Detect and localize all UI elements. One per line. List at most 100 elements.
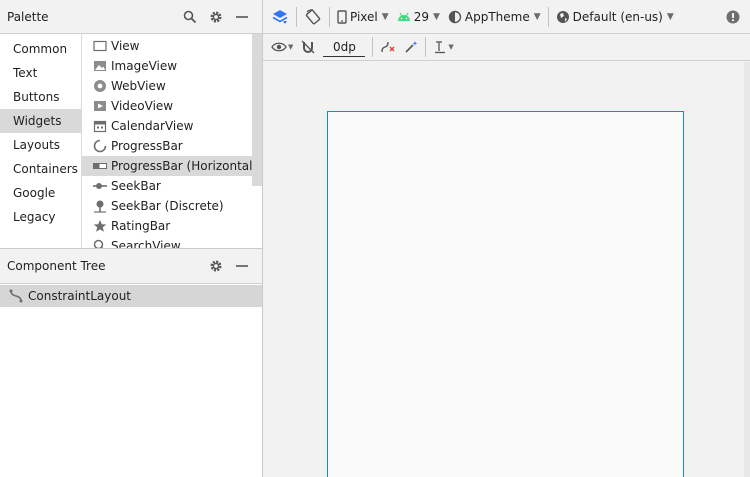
component-tree-header: Component Tree bbox=[0, 248, 262, 284]
palette-category-layouts[interactable]: Layouts bbox=[0, 133, 81, 157]
seekbar-icon bbox=[93, 179, 107, 193]
eye-icon bbox=[271, 42, 287, 52]
globe-icon bbox=[93, 79, 107, 93]
autoconnect-toggle[interactable] bbox=[297, 35, 319, 59]
api-level-label: 29 bbox=[413, 9, 429, 24]
phone-icon bbox=[337, 9, 347, 24]
warnings-button[interactable] bbox=[722, 5, 744, 29]
widget-item-imageview[interactable]: ImageView bbox=[82, 56, 262, 76]
widget-item-seekbar-discrete[interactable]: SeekBar (Discrete) bbox=[82, 196, 262, 216]
default-margin-value: 0dp bbox=[332, 39, 356, 54]
widget-item-webview[interactable]: WebView bbox=[82, 76, 262, 96]
magic-wand-icon bbox=[405, 41, 418, 53]
widget-item-ratingbar[interactable]: RatingBar bbox=[82, 216, 262, 236]
minimize-icon[interactable] bbox=[229, 7, 255, 27]
toolbar-divider bbox=[296, 6, 297, 27]
device-label: Pixel bbox=[350, 9, 378, 24]
palette-category-containers[interactable]: Containers bbox=[0, 157, 81, 181]
infer-constraints-button[interactable] bbox=[400, 35, 422, 59]
widget-label: ImageView bbox=[111, 59, 178, 73]
design-surface-button[interactable] bbox=[267, 5, 293, 29]
locale-dropdown[interactable]: Default (en-us) ▼ bbox=[552, 5, 678, 29]
palette-category-google[interactable]: Google bbox=[0, 181, 81, 205]
constraint-toolbar: ▼ 0dp ▼ bbox=[263, 34, 750, 61]
seekbar-discrete-icon bbox=[93, 199, 107, 213]
warning-icon bbox=[726, 10, 740, 23]
palette-category-buttons[interactable]: Buttons bbox=[0, 85, 81, 109]
calendar-icon bbox=[93, 119, 107, 133]
left-pane: Palette Common Text Buttons Widgets Layo… bbox=[0, 0, 263, 477]
widget-item-view[interactable]: View bbox=[82, 36, 262, 56]
widget-item-videoview[interactable]: VideoView bbox=[82, 96, 262, 116]
palette-body: Common Text Buttons Widgets Layouts Cont… bbox=[0, 34, 262, 248]
device-dropdown[interactable]: Pixel ▼ bbox=[333, 5, 393, 29]
widget-item-searchview[interactable]: SearchView bbox=[82, 236, 262, 248]
component-tree-root[interactable]: ConstraintLayout bbox=[0, 285, 262, 307]
device-screen-preview[interactable] bbox=[327, 111, 684, 477]
widget-item-seekbar[interactable]: SeekBar bbox=[82, 176, 262, 196]
align-icon bbox=[435, 41, 446, 54]
video-icon bbox=[93, 99, 107, 113]
widget-item-progressbar-horizontal[interactable]: ProgressBar (Horizontal) bbox=[82, 156, 262, 176]
search-icon bbox=[93, 239, 107, 248]
chevron-down-icon: ▼ bbox=[666, 11, 674, 22]
chevron-down-icon: ▼ bbox=[288, 43, 294, 51]
toolbar-divider bbox=[329, 6, 330, 27]
theme-icon bbox=[448, 10, 462, 23]
chevron-down-icon: ▼ bbox=[448, 43, 454, 51]
gear-icon[interactable] bbox=[203, 256, 229, 276]
toolbar-divider bbox=[372, 37, 374, 57]
component-tree-root-label: ConstraintLayout bbox=[28, 289, 132, 303]
guidelines-button[interactable]: ▼ bbox=[429, 35, 457, 59]
theme-dropdown[interactable]: AppTheme ▼ bbox=[444, 5, 545, 29]
image-icon bbox=[93, 59, 107, 73]
palette-category-common[interactable]: Common bbox=[0, 37, 81, 61]
palette-category-legacy[interactable]: Legacy bbox=[0, 205, 81, 229]
clear-constraints-icon bbox=[381, 41, 395, 53]
palette-widget-list: View ImageView WebView VideoView Calenda… bbox=[82, 34, 262, 248]
widget-item-progressbar[interactable]: ProgressBar bbox=[82, 136, 262, 156]
widget-label: View bbox=[111, 39, 140, 53]
palette-category-text[interactable]: Text bbox=[0, 61, 81, 85]
widget-label: WebView bbox=[111, 79, 166, 93]
chevron-down-icon: ▼ bbox=[432, 11, 440, 22]
palette-title: Palette bbox=[7, 9, 49, 24]
locale-label: Default (en-us) bbox=[572, 9, 663, 24]
globe-icon bbox=[556, 10, 569, 23]
android-icon bbox=[397, 12, 410, 21]
view-options-button[interactable]: ▼ bbox=[267, 35, 297, 59]
default-margin-dropdown[interactable]: 0dp bbox=[323, 37, 366, 57]
api-level-dropdown[interactable]: 29 ▼ bbox=[393, 5, 444, 29]
design-toolbar: Pixel ▼ 29 ▼ AppTheme ▼ Default (en-us) … bbox=[263, 0, 750, 34]
palette-category-widgets[interactable]: Widgets bbox=[0, 109, 81, 133]
progress-spinner-icon bbox=[93, 139, 107, 153]
widget-label: SeekBar bbox=[111, 179, 161, 193]
view-icon bbox=[93, 39, 107, 53]
widget-label: RatingBar bbox=[111, 219, 171, 233]
layers-icon bbox=[272, 9, 288, 24]
design-canvas[interactable] bbox=[263, 62, 750, 477]
gear-icon[interactable] bbox=[203, 7, 229, 27]
clear-constraints-button[interactable] bbox=[376, 35, 400, 59]
toolbar-divider bbox=[547, 6, 549, 27]
orientation-button[interactable] bbox=[300, 5, 326, 29]
component-tree-title: Component Tree bbox=[7, 259, 106, 273]
canvas-scrollbar[interactable] bbox=[744, 62, 750, 477]
widget-label: ProgressBar bbox=[111, 139, 183, 153]
widget-label: SearchView bbox=[111, 239, 181, 248]
search-icon[interactable] bbox=[177, 7, 203, 27]
palette-header: Palette bbox=[0, 0, 262, 34]
theme-label: AppTheme bbox=[464, 9, 530, 24]
constraint-layout-icon bbox=[9, 289, 23, 303]
palette-scrollbar[interactable] bbox=[252, 34, 262, 186]
widget-label: CalendarView bbox=[111, 119, 194, 133]
rotate-device-icon bbox=[305, 8, 321, 24]
magnet-off-icon bbox=[301, 40, 315, 54]
chevron-down-icon: ▼ bbox=[533, 11, 541, 22]
widget-item-calendarview[interactable]: CalendarView bbox=[82, 116, 262, 136]
widget-label: VideoView bbox=[111, 99, 174, 113]
widget-label: SeekBar (Discrete) bbox=[111, 199, 224, 213]
chevron-down-icon: ▼ bbox=[381, 11, 389, 22]
minimize-icon[interactable] bbox=[229, 256, 255, 276]
progress-horizontal-icon bbox=[93, 159, 107, 173]
